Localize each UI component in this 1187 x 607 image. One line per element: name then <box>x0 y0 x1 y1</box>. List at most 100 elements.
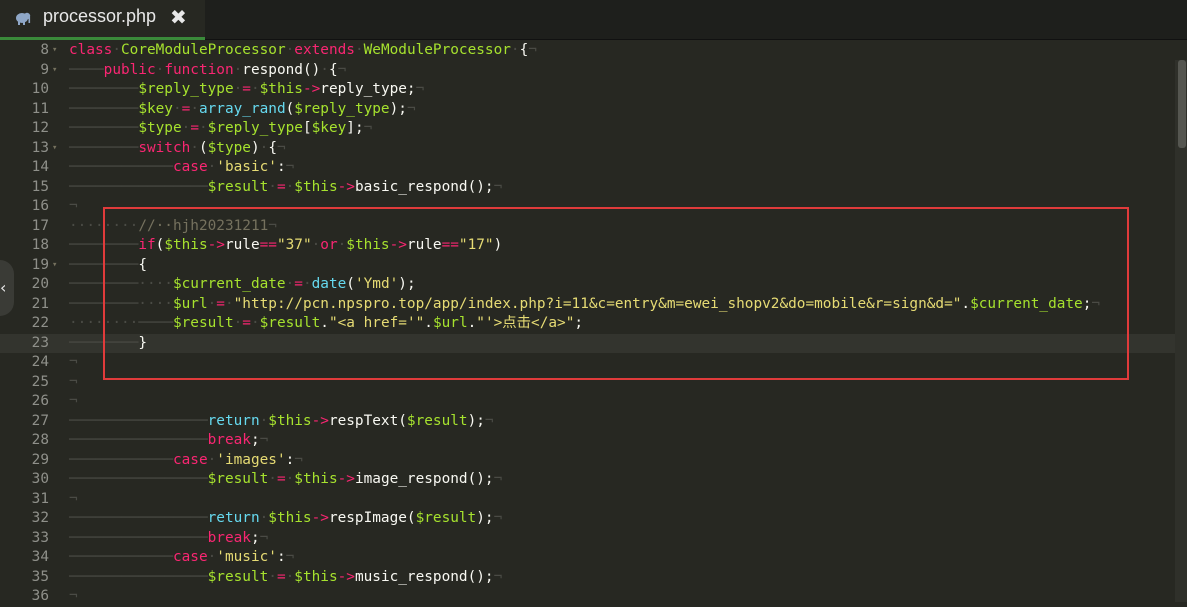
code-line[interactable]: 29 ────────────case·'images':¬ <box>0 451 1175 471</box>
code-line[interactable]: 17 ········//··hjh20231211¬ <box>0 217 1175 237</box>
code-token: · <box>207 451 217 468</box>
code-line[interactable]: 14 ────────────case·'basic':¬ <box>0 158 1175 178</box>
chevron-left-icon[interactable]: ‹ <box>0 260 14 316</box>
code-line[interactable]: 31 ¬ <box>0 490 1175 510</box>
code-token: $result <box>207 178 269 195</box>
code-token: { <box>519 42 529 58</box>
code-token: image_respond(); <box>354 471 494 487</box>
code-token: case <box>172 549 208 565</box>
code-line[interactable]: 16 ¬ <box>0 197 1175 217</box>
code-token: · <box>259 510 269 526</box>
code-line[interactable]: 36 ¬ <box>0 587 1175 607</box>
code-token: ¬ <box>493 471 503 487</box>
code-token: · <box>172 100 182 117</box>
code-token: $this <box>294 568 338 585</box>
code-line[interactable]: 12 ────────$type·=·$reply_type[$key];¬ <box>0 119 1175 139</box>
code-token: ──────────────── <box>69 178 208 195</box>
code-token: ¬ <box>276 139 286 156</box>
code-token: ¬ <box>493 568 503 585</box>
code-line[interactable]: 35 ────────────────$result·=·$this->music… <box>0 568 1175 588</box>
code-token: case <box>172 451 208 468</box>
fold-arrow-icon[interactable]: ▾ <box>52 139 57 159</box>
code-line[interactable]: 15 ────────────────$result·=·$this->basic… <box>0 178 1175 198</box>
code-token: ──────────────── <box>69 568 208 585</box>
code-line[interactable]: 9 ▾ ────public·function·respond()·{¬ <box>0 61 1175 81</box>
code-token: · <box>207 549 217 565</box>
code-token: ──────── <box>69 237 139 253</box>
code-token: = <box>216 295 225 312</box>
code-token: $result <box>406 412 468 429</box>
code-line[interactable]: 21 ────────····$url·=·"http://pcn.npspro.… <box>0 295 1175 315</box>
code-token: public <box>103 61 156 78</box>
code-token: "<a href='" <box>328 315 425 331</box>
code-text: ────────────────break;¬ <box>69 431 268 451</box>
code-line[interactable]: 33 ────────────────break;¬ <box>0 529 1175 549</box>
code-text: ¬ <box>69 490 78 510</box>
code-token: ¬ <box>294 451 303 468</box>
fold-arrow-icon[interactable]: ▾ <box>52 41 57 61</box>
code-token: ; <box>250 529 260 546</box>
code-line[interactable]: 13 ▾ ────────switch·($type)·{¬ <box>0 139 1175 159</box>
code-line[interactable]: 27 ────────────────return·$this->respText… <box>0 412 1175 432</box>
code-line[interactable]: 25 ¬ <box>0 373 1175 393</box>
code-token: $this <box>346 237 390 253</box>
code-token: . <box>320 315 329 331</box>
code-text: ¬ <box>69 373 78 393</box>
code-token: { <box>268 139 277 156</box>
code-token: · <box>259 412 269 429</box>
code-line[interactable]: 24 ¬ <box>0 353 1175 373</box>
code-token: $this <box>294 178 338 195</box>
close-icon[interactable]: ✖ <box>170 5 187 29</box>
code-token: ); <box>467 412 485 429</box>
line-number: 24 <box>31 354 49 370</box>
code-line[interactable]: 23 ────────} <box>0 333 1175 353</box>
code-text: ────────────────break;¬ <box>69 529 268 549</box>
scrollbar-thumb[interactable] <box>1178 60 1186 148</box>
code-token: · <box>155 61 165 78</box>
code-line[interactable]: 28 ────────────────break;¬ <box>0 431 1175 451</box>
code-text: ¬ <box>69 392 78 412</box>
code-line[interactable]: 22 ········────$result·=·$result."<a href… <box>0 314 1175 334</box>
code-token: ¬ <box>1091 295 1101 312</box>
code-token: respImage( <box>328 510 416 526</box>
code-token: · <box>302 276 312 292</box>
line-number: 17 <box>31 217 49 234</box>
code-token: $current_date <box>970 295 1083 312</box>
code-text: ········//··hjh20231211¬ <box>69 217 277 237</box>
code-token: class <box>69 42 113 58</box>
fold-arrow-icon[interactable]: ▾ <box>52 256 57 276</box>
code-line[interactable]: 11 ────────$key·=·array_rand($reply_type)… <box>0 100 1175 120</box>
code-token: } <box>138 334 147 351</box>
code-token: music_respond(); <box>354 568 494 585</box>
code-token: = <box>242 315 251 331</box>
code-token: reply_type; <box>320 81 416 97</box>
code-token: ¬ <box>337 61 347 78</box>
code-token: [ <box>302 120 312 136</box>
code-line[interactable]: 8 ▾ class·CoreModuleProcessor·extends·WeMo… <box>0 41 1175 61</box>
code-token: ──────── <box>69 120 139 136</box>
code-token: ¬ <box>69 354 78 370</box>
code-line[interactable]: 32 ────────────────return·$this->respImag… <box>0 509 1175 529</box>
code-line[interactable]: 26 ¬ <box>0 392 1175 412</box>
fold-arrow-icon[interactable]: ▾ <box>52 61 57 81</box>
code-token: rule <box>406 237 442 253</box>
code-line[interactable]: 10 ────────$reply_type·=·$this->reply_typ… <box>0 80 1175 100</box>
code-token: ¬ <box>528 42 537 58</box>
code-line[interactable]: 18 ────────if($this->rule=="37"·or·$this-… <box>0 236 1175 256</box>
code-token: $key <box>311 120 347 136</box>
code-line[interactable]: 19 ▾ ────────{ <box>0 256 1175 276</box>
code-line[interactable]: 34 ────────────case·'music':¬ <box>0 548 1175 568</box>
code-line[interactable]: 20 ────────····$current_date·=·date('Ymd'… <box>0 275 1175 295</box>
code-text: ────public·function·respond()·{¬ <box>69 61 346 81</box>
code-token: ────────···· <box>69 276 173 292</box>
code-token: rule <box>224 237 260 253</box>
code-token: ( <box>155 237 165 253</box>
code-line[interactable]: 30 ────────────────$result·=·$this->image… <box>0 470 1175 490</box>
line-number: 31 <box>31 490 49 507</box>
line-number: 12 <box>31 120 49 136</box>
tab-processor-php[interactable]: processor.php ✖ <box>0 0 205 40</box>
code-token: · <box>190 100 199 117</box>
code-token: ──────────────── <box>69 471 208 487</box>
tab-title: processor.php <box>43 6 157 26</box>
code-text: class·CoreModuleProcessor·extends·WeModu… <box>69 41 537 61</box>
